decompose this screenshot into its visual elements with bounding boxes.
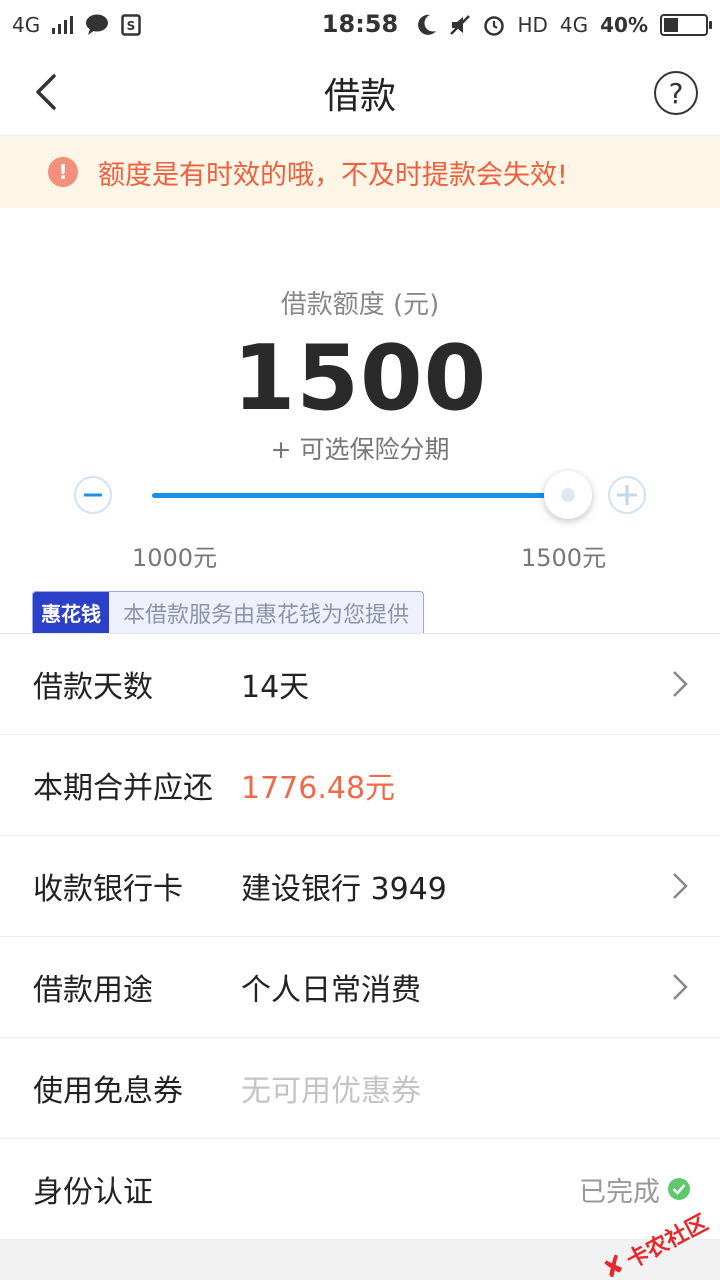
- battery-icon: [660, 14, 712, 36]
- row-loan-days[interactable]: 借款天数 14天: [0, 634, 720, 735]
- amount-slider: [72, 471, 648, 519]
- chevron-right-icon: [673, 873, 688, 899]
- slider-max-label: 1500元: [521, 544, 607, 572]
- provider-tag: 惠花钱: [33, 592, 109, 633]
- slider-handle[interactable]: [544, 471, 592, 519]
- chevron-right-icon: [673, 974, 688, 1000]
- verification-status: 已完成: [579, 1170, 690, 1209]
- hd-indicator: HD: [517, 13, 548, 37]
- battery-fill: [664, 18, 678, 32]
- loan-amount-section: 借款额度 (元) 1500 + 可选保险分期 1000元 1500元 惠花钱 本…: [0, 208, 720, 633]
- row-label: 借款用途: [33, 973, 153, 1008]
- check-icon: [668, 1178, 690, 1200]
- status-bar-left: 4G S: [12, 13, 141, 37]
- status-bar-right: HD 4G 40%: [417, 13, 712, 37]
- battery-percent: 40%: [600, 13, 648, 37]
- network-type-right: 4G: [559, 13, 589, 37]
- chat-icon: [86, 14, 109, 35]
- row-loan-purpose[interactable]: 借款用途 个人日常消费: [0, 937, 720, 1038]
- status-bar: 4G S 18:58 HD 4G 40%: [0, 0, 720, 50]
- alarm-icon: [484, 16, 505, 36]
- amount-value: 1500: [232, 326, 488, 431]
- row-label: 本期合并应还: [33, 771, 213, 806]
- row-coupon[interactable]: 使用免息券 无可用优惠券: [0, 1038, 720, 1139]
- plus-icon: [617, 485, 637, 505]
- row-value: 1776.48元: [241, 771, 396, 806]
- back-arrow-icon[interactable]: [28, 72, 68, 112]
- help-icon[interactable]: ?: [654, 71, 698, 115]
- nav-bar: 借款 ?: [0, 50, 720, 136]
- warning-icon: !: [48, 157, 78, 187]
- insurance-option-link[interactable]: + 可选保险分期: [0, 430, 720, 466]
- row-value: 建设银行 3949: [241, 872, 447, 907]
- mute-icon: [450, 15, 471, 35]
- provider-banner: 惠花钱 本借款服务由惠花钱为您提供: [32, 591, 425, 633]
- notice-text: 额度是有时效的哦，不及时提款会失效!: [98, 159, 568, 191]
- verification-status-text: 已完成: [579, 1176, 660, 1208]
- slider-track[interactable]: [152, 471, 592, 519]
- sim-icon: S: [121, 14, 141, 36]
- row-value: 14天: [241, 670, 310, 705]
- row-value: 个人日常消费: [241, 973, 421, 1008]
- slider-min-label: 1000元: [132, 544, 218, 572]
- minus-icon: [84, 493, 102, 497]
- row-total-repayment: 本期合并应还 1776.48元: [0, 735, 720, 836]
- increase-amount-button[interactable]: [608, 476, 646, 514]
- row-bank-card[interactable]: 收款银行卡 建设银行 3949: [0, 836, 720, 937]
- slider-fill: [152, 493, 568, 498]
- network-type: 4G: [12, 13, 41, 37]
- row-label: 身份认证: [33, 1175, 153, 1210]
- row-identity-verification[interactable]: 身份认证 已完成: [0, 1139, 720, 1240]
- expiry-notice: ! 额度是有时效的哦，不及时提款会失效!: [0, 136, 720, 208]
- svg-text:S: S: [127, 19, 136, 33]
- row-label: 借款天数: [33, 670, 153, 705]
- chevron-right-icon: [673, 671, 688, 697]
- loan-details-list: 借款天数 14天 本期合并应还 1776.48元 收款银行卡 建设银行 3949…: [0, 633, 720, 1240]
- page-title: 借款: [323, 75, 396, 117]
- provider-text: 本借款服务由惠花钱为您提供: [109, 592, 424, 633]
- moon-icon: [418, 14, 437, 35]
- signal-icon: [52, 16, 74, 34]
- amount-label: 借款额度 (元): [280, 290, 440, 320]
- row-label: 收款银行卡: [33, 872, 183, 907]
- decrease-amount-button[interactable]: [74, 476, 112, 514]
- row-value: 无可用优惠券: [241, 1074, 421, 1109]
- row-label: 使用免息券: [33, 1074, 183, 1109]
